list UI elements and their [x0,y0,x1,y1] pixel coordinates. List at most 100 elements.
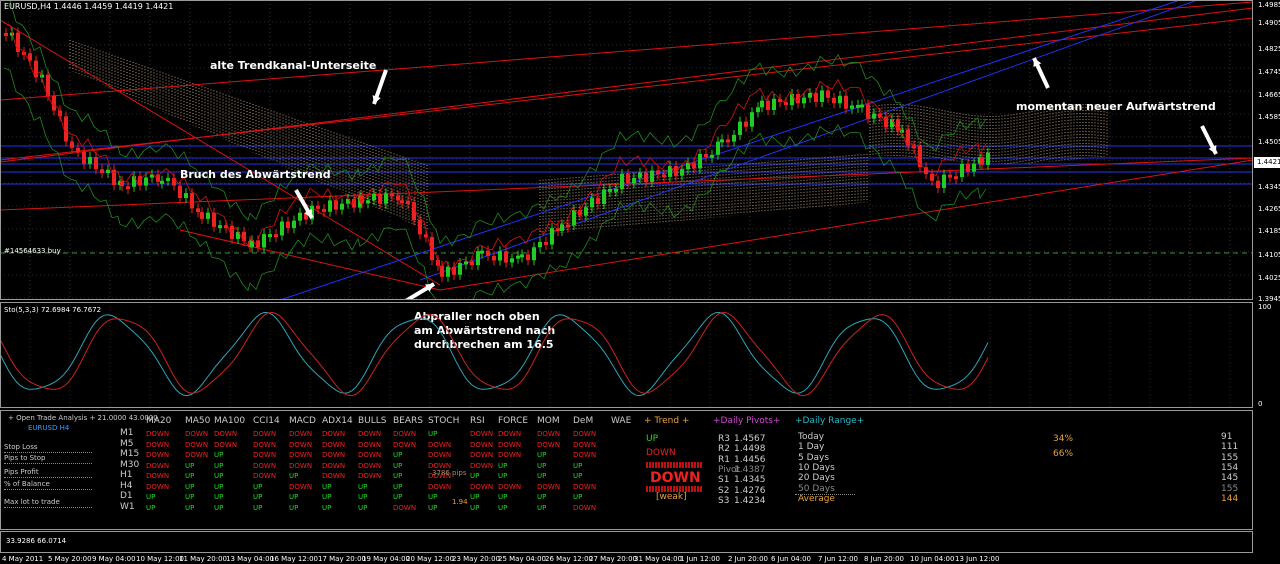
panel-left-label: % of Balance [4,480,50,488]
time-tick: 13 May 04:00 [226,555,275,563]
candle-body [890,119,894,128]
indicator-header: DeM [573,416,594,426]
indicator-cell: DOWN [322,430,346,438]
indicator-cell: UP [289,503,299,512]
time-tick: 31 May 04:00 [634,555,683,563]
indicator-cell: DOWN [289,461,313,470]
candle-body [596,198,600,204]
indicator-cell: DOWN [428,451,452,459]
indicator-cell: UP [393,451,403,459]
price-chart[interactable] [0,0,1253,300]
candle-body [160,180,164,184]
candle-body [52,95,56,111]
candle-body [400,200,404,204]
indicator-cell: DOWN [185,440,209,449]
time-tick: 1 Jun 12:00 [680,555,721,563]
candle-body [372,193,376,201]
timeframe-label: H4 [120,480,133,491]
time-tick: 16 May 12:00 [270,555,319,563]
candle-body [82,151,86,164]
indicator-cell: UP [537,493,547,501]
candle-body [366,200,370,204]
time-tick: 9 May 04:00 [92,555,136,563]
timeframe-label: D1 [120,491,133,501]
price-tick: 1.4185 [1258,227,1280,235]
time-tick: 13 Jun 12:00 [955,555,1000,563]
range-value: 154 [1221,462,1239,473]
indicator-cell: DOWN [573,451,597,459]
candle-body [94,157,98,170]
candle-body [850,105,854,109]
timeframe-label: W1 [120,501,135,512]
indicator-cell: UP [428,493,438,501]
pivot-label: R1 [718,454,730,465]
indicator-cell: DOWN [428,440,452,449]
indicator-cell: UP [537,503,547,512]
candle-body [390,193,394,197]
candle-body [346,198,350,204]
trend-divider [646,462,702,468]
indicator-cell: DOWN [214,430,238,438]
candle-body [206,212,210,219]
stoch-main-line [0,311,989,397]
bottom-strip-frame [0,531,1253,553]
candle-body [492,255,496,261]
stoch-scale-bottom: 0 [1258,400,1263,408]
indicator-cell: UP [185,493,195,501]
candle-body [832,97,836,104]
candle-body [802,97,806,104]
candle-body [980,157,984,165]
current-price-marker: 1.4421 [1254,157,1280,168]
range-value: 144 [1221,493,1239,504]
stochastic-chart[interactable] [0,302,1253,408]
time-tick: 23 May 20:00 [452,555,501,563]
trend-signal: DOWN [650,470,701,486]
timeframe-label: M15 [120,449,140,459]
candle-body [608,188,612,192]
indicator-cell: UP [537,451,547,459]
candle-body [896,119,900,131]
candle-body [560,224,564,231]
indicator-cell: UP [537,472,547,480]
candle-body [190,193,194,209]
range-value: 91 [1221,432,1233,442]
candle-body [298,212,302,221]
indicator-header: MACD [289,416,316,426]
range-label: 1 Day [798,442,825,453]
time-tick: 7 Jun 12:00 [818,555,859,563]
indicator-cell: UP [393,493,403,501]
time-tick: 5 May 20:00 [48,555,92,563]
indicator-cell: DOWN [537,430,561,438]
candle-body [650,170,654,182]
indicator-header: MA100 [214,416,246,426]
indicator-cell: DOWN [214,440,238,449]
indicator-cell: UP [146,503,156,512]
indicator-cell: DOWN [358,430,382,438]
candle-body [716,141,720,155]
price-tick: 1.4345 [1258,183,1280,191]
indicator-cell: UP [573,493,583,501]
indicator-cell: UP [289,493,299,501]
indicator-cell: DOWN [358,461,382,470]
indicator-cell: DOWN [289,430,313,438]
range-label: 5 Days [798,452,830,463]
indicator-cell: DOWN [573,430,597,438]
candle-body [860,104,864,108]
indicator-header: BEARS [393,416,423,426]
stoch-scale-top: 100 [1258,303,1272,311]
candle-body [936,180,940,188]
indicator-cell: DOWN [358,451,382,459]
indicator-cell: UP [214,503,224,512]
indicator-cell: UP [185,461,195,470]
panel-symbol: EURUSD H4 [28,424,70,432]
candle-body [498,251,502,261]
indicator-cell: UP [322,482,332,491]
candle-body [532,247,536,261]
indicator-cell: UP [253,503,263,512]
candle-body [750,112,754,127]
indicator-cell: DOWN [470,482,494,491]
range-label: 50 Days [798,483,835,494]
candle-body [406,200,410,204]
candle-body [458,263,462,275]
candle-body [784,102,788,106]
